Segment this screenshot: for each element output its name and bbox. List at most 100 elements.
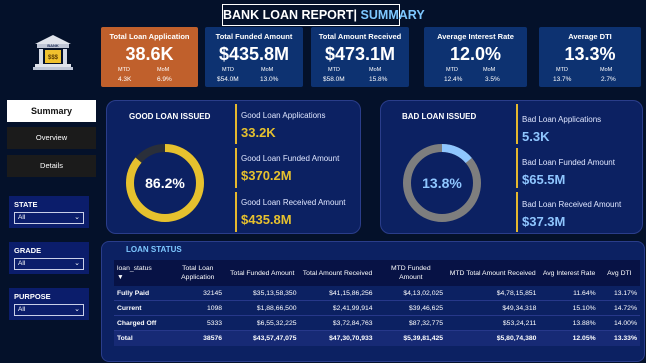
good-loan-percent: 86.2% <box>145 175 185 191</box>
loan-status-title: LOAN STATUS <box>126 245 182 254</box>
kpi-mom-label: MoM <box>369 67 382 73</box>
kpi-mtd-value: $58.0M <box>323 76 345 83</box>
table-cell: $6,55,32,225 <box>225 315 300 331</box>
report-canvas: BANK LOAN REPORT| SUMMARY BANK $$$ Total… <box>0 0 646 363</box>
good-loan-title: GOOD LOAN ISSUED <box>129 112 211 121</box>
sort-desc-icon: ▼ <box>117 274 124 281</box>
column-header[interactable]: Total Loan Application <box>170 260 226 286</box>
kpi-average-interest-rate: Average Interest Rate 12.0% MTD MoM 12.4… <box>424 27 527 87</box>
bad-loan-panel: BAD LOAN ISSUED 13.8% Bad Loan Applicati… <box>380 100 643 234</box>
state-dropdown[interactable]: All ⌄ <box>14 212 84 224</box>
good-loan-funded-label: Good Loan Funded Amount <box>241 154 340 163</box>
column-header[interactable]: MTD Total Amount Received <box>446 260 540 286</box>
table-cell: Current <box>114 300 171 316</box>
table-cell: $5,39,81,425 <box>375 330 447 346</box>
kpi-value: $435.8M <box>218 44 290 64</box>
svg-text:$$$: $$$ <box>48 55 59 61</box>
kpi-mtd-value: 13.7% <box>553 76 572 83</box>
bank-logo-text: BANK <box>47 43 59 48</box>
table-cell: 5333 <box>170 315 226 331</box>
divider <box>235 148 237 188</box>
table-cell: Total <box>114 330 171 346</box>
table-cell: 1098 <box>170 300 226 316</box>
bad-loan-title: BAD LOAN ISSUED <box>402 112 477 121</box>
bad-loan-applications-value: 5.3K <box>522 129 550 144</box>
divider <box>516 192 518 232</box>
kpi-mtd-label: MTD <box>446 67 458 73</box>
kpi-mom-label: MoM <box>600 67 613 73</box>
divider <box>235 104 237 144</box>
table-row[interactable]: Current 1098 $1,88,66,500 $2,41,99,914 $… <box>114 300 640 316</box>
table-cell: 11.64% <box>539 286 599 301</box>
good-loan-donut: 86.2% <box>126 144 204 222</box>
table-row[interactable]: Charged Off 5333 $6,55,32,225 $3,72,84,7… <box>114 315 640 331</box>
bad-loan-funded-value: $65.5M <box>522 172 566 187</box>
table-cell: Charged Off <box>114 315 171 331</box>
column-header[interactable]: loan_status ▼ <box>114 260 171 286</box>
table-cell: $49,34,318 <box>446 300 540 316</box>
nav-overview-button[interactable]: Overview <box>7 127 96 149</box>
nav-details-button[interactable]: Details <box>7 155 96 177</box>
grade-dropdown-value: All <box>18 260 26 267</box>
purpose-dropdown[interactable]: All ⌄ <box>14 304 84 316</box>
column-header[interactable]: Avg DTI <box>598 260 640 286</box>
column-header[interactable]: MTD Funded Amount <box>375 260 447 286</box>
dashboard-window: BANK LOAN REPORT| SUMMARY BANK $$$ Total… <box>0 0 646 363</box>
purpose-dropdown-value: All <box>18 306 26 313</box>
divider <box>516 148 518 188</box>
grade-dropdown[interactable]: All ⌄ <box>14 258 84 270</box>
table-cell: 38576 <box>170 330 226 346</box>
purpose-filter: PURPOSE All ⌄ <box>9 288 89 320</box>
kpi-value: 38.6K <box>125 44 174 64</box>
table-cell: $53,24,211 <box>446 315 540 331</box>
kpi-mom-label: MoM <box>157 67 170 73</box>
report-title-accent: SUMMARY <box>360 8 425 22</box>
kpi-mtd-label: MTD <box>222 67 234 73</box>
bad-loan-applications-label: Bad Loan Applications <box>522 115 602 124</box>
good-loan-applications-label: Good Loan Applications <box>241 111 326 120</box>
good-loan-applications-value: 33.2K <box>241 125 276 140</box>
table-cell: $2,41,99,914 <box>299 300 376 316</box>
chevron-down-icon: ⌄ <box>74 214 80 221</box>
table-cell: 15.10% <box>539 300 599 316</box>
nav-summary-button[interactable]: Summary <box>7 100 96 122</box>
kpi-mtd-value: 4.3K <box>118 76 132 83</box>
column-header[interactable]: Total Amount Received <box>299 260 376 286</box>
bad-loan-percent: 13.8% <box>422 175 462 191</box>
kpi-mom-value: 3.5% <box>485 76 500 83</box>
divider <box>235 192 237 232</box>
kpi-title: Average DTI <box>568 32 612 41</box>
kpi-title: Average Interest Rate <box>437 32 514 41</box>
loan-status-panel: LOAN STATUS loan_status ▼ Total Loan Appl… <box>101 241 645 362</box>
table-cell: 13.88% <box>539 315 599 331</box>
good-loan-funded-value: $370.2M <box>241 168 292 183</box>
grade-filter: GRADE All ⌄ <box>9 242 89 274</box>
table-cell: Fully Paid <box>114 286 171 301</box>
kpi-mtd-value: $54.0M <box>217 76 239 83</box>
table-cell: $3,72,84,763 <box>299 315 376 331</box>
table-cell: 14.72% <box>598 300 640 316</box>
grade-filter-label: GRADE <box>14 246 42 255</box>
table-cell: $4,78,15,851 <box>446 286 540 301</box>
table-row[interactable]: Fully Paid 32145 $35,13,58,350 $41,15,86… <box>114 286 640 301</box>
bad-loan-received-label: Bad Loan Received Amount <box>522 200 622 209</box>
column-header[interactable]: Total Funded Amount <box>225 260 300 286</box>
table-cell: $1,88,66,500 <box>225 300 300 316</box>
column-header[interactable]: Avg Interest Rate <box>539 260 599 286</box>
kpi-mtd-value: 12.4% <box>444 76 463 83</box>
kpi-average-dti: Average DTI 13.3% MTD MoM 13.7% 2.7% <box>539 27 641 87</box>
kpi-total-funded-amount: Total Funded Amount $435.8M MTD MoM $54.… <box>205 27 303 87</box>
bad-loan-received-value: $37.3M <box>522 214 566 229</box>
table-cell: $39,46,625 <box>375 300 447 316</box>
table-cell: 13.17% <box>598 286 640 301</box>
table-cell: $41,15,86,256 <box>299 286 376 301</box>
report-title: BANK LOAN REPORT| SUMMARY <box>222 4 425 26</box>
good-loan-received-value: $435.8M <box>241 212 292 227</box>
table-cell: $43,57,47,075 <box>225 330 300 346</box>
table-cell: 12.05% <box>539 330 599 346</box>
table-cell: 13.33% <box>598 330 640 346</box>
kpi-title: Total Funded Amount <box>215 32 293 41</box>
good-loan-received-label: Good Loan Received Amount <box>241 198 346 207</box>
table-cell: $87,32,775 <box>375 315 447 331</box>
kpi-mom-value: 2.7% <box>601 76 616 83</box>
